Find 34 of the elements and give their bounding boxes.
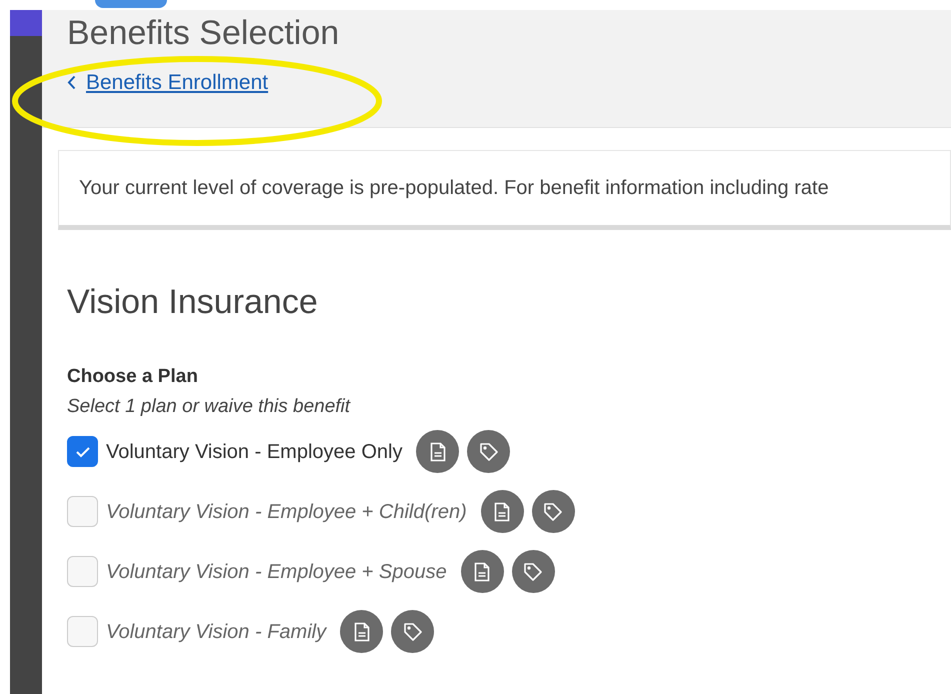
tag-button[interactable] — [391, 610, 434, 654]
coverage-notice: Your current level of coverage is pre-populated. For benefit information including rate — [58, 150, 951, 230]
document-button[interactable] — [340, 610, 384, 654]
tag-icon — [402, 622, 423, 642]
document-button[interactable] — [460, 550, 504, 594]
document-button[interactable] — [480, 490, 524, 534]
tag-button[interactable] — [532, 490, 575, 534]
document-icon — [494, 502, 510, 522]
tag-button[interactable] — [512, 550, 555, 594]
checkmark-icon — [74, 446, 90, 458]
plan-heading: Choose a Plan — [67, 364, 199, 389]
page-title: Benefits Selection — [67, 14, 340, 54]
plan-label: Voluntary Vision - Employee + Spouse — [106, 560, 447, 585]
sidebar-logo-block — [10, 10, 42, 36]
plan-label: Voluntary Vision - Employee Only — [106, 440, 402, 465]
checkbox[interactable] — [67, 616, 98, 648]
document-button[interactable] — [416, 430, 460, 474]
checkbox[interactable] — [67, 556, 98, 588]
document-icon — [354, 622, 370, 642]
tag-icon — [523, 562, 544, 582]
tag-button[interactable] — [467, 430, 510, 474]
tag-icon — [478, 442, 499, 462]
chevron-left-icon[interactable] — [67, 75, 76, 90]
top-tab[interactable] — [95, 0, 167, 8]
back-link[interactable]: Benefits Enrollment — [86, 67, 268, 99]
document-icon — [430, 442, 446, 462]
plan-label: Voluntary Vision - Employee + Child(ren) — [106, 500, 467, 525]
plan-hint: Select 1 plan or waive this benefit — [67, 395, 352, 420]
document-icon — [474, 562, 490, 582]
checkbox[interactable] — [67, 496, 98, 528]
plan-label: Voluntary Vision - Family — [106, 620, 326, 645]
tag-icon — [543, 502, 564, 522]
checkbox[interactable] — [67, 436, 98, 468]
section-title: Vision Insurance — [67, 282, 319, 323]
